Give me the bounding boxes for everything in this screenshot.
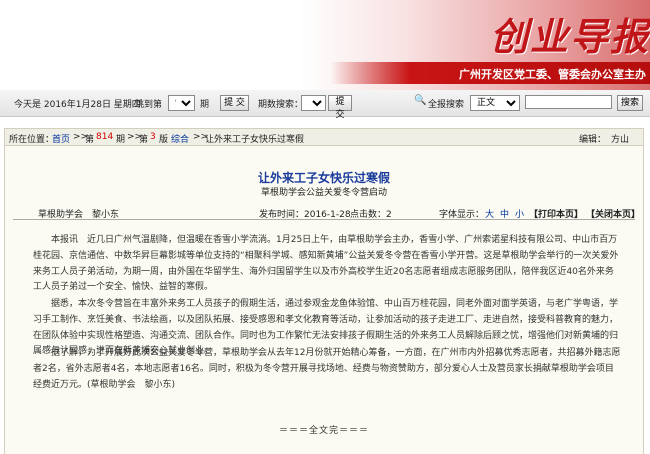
- article-content: 让外来工子女快乐过寒假 草根助学会公益关爱冬令营启动 草根助学会 黎小东 发布时…: [4, 146, 644, 454]
- editor-name: 方山: [611, 135, 630, 145]
- breadcrumb-issue-prefix: 第: [85, 135, 95, 145]
- fulltext-field-select[interactable]: 正文: [470, 95, 520, 111]
- fulltext-search-button[interactable]: 搜索: [617, 95, 643, 111]
- breadcrumb-page-suffix: 版: [159, 135, 169, 145]
- editor-label: 编辑：: [579, 135, 607, 145]
- breadcrumb-section-link[interactable]: 综合: [171, 132, 189, 145]
- navigation-toolbar: 今天是 2016年1月28日 星期四 跳到第 99 期 提 交 期数搜索： 提交…: [0, 90, 650, 120]
- current-date: 今天是 2016年1月28日 星期四: [14, 100, 141, 110]
- search-submit-button[interactable]: 提交: [328, 95, 352, 120]
- newspaper-logo: 创业导报: [490, 14, 650, 59]
- breadcrumb-prefix: 所在位置：: [9, 135, 55, 145]
- jump-label: 跳到第: [135, 100, 163, 110]
- article-end-marker: ＝＝＝全文完＝＝＝: [278, 426, 369, 436]
- fulltext-search-input[interactable]: [525, 95, 612, 109]
- issue-unit-label: 期: [200, 100, 210, 110]
- banner-subtitle: 广州开发区党工委、管委会办公室主办: [459, 68, 646, 81]
- jump-submit-button[interactable]: 提 交: [220, 95, 249, 111]
- breadcrumb-article: 让外来工子女快乐过寒假: [205, 135, 305, 145]
- paragraph-3: 据了解，为了开展好此次公益关爱冬令营，草根助学会从去年12月份就开始精心筹备，一…: [33, 348, 621, 390]
- masthead-banner: 创业导报 广州开发区党工委、管委会办公室主办: [0, 0, 650, 90]
- search-type-label: 期数搜索：: [258, 100, 304, 110]
- search-type-select[interactable]: [301, 95, 326, 111]
- breadcrumb-home-link[interactable]: 首页: [52, 132, 70, 145]
- divider: [13, 219, 635, 220]
- search-icon: 🔍: [414, 95, 427, 106]
- article-title: 让外来工子女快乐过寒假: [257, 171, 390, 185]
- fulltext-search-label: 全报搜索: [428, 100, 465, 110]
- issue-select[interactable]: 99: [168, 95, 195, 111]
- breadcrumb: 所在位置： 首页 >> 第 814 期 >> 第 3 版 综合 >> 让外来工子…: [4, 128, 644, 146]
- breadcrumb-issue-suffix: 期: [116, 135, 126, 145]
- breadcrumb-page-prefix: 第: [139, 135, 149, 145]
- breadcrumb-page-number[interactable]: 3: [150, 132, 156, 142]
- article-subtitle: 草根助学会公益关爱冬令营启动: [260, 188, 387, 198]
- paragraph-1: 本报讯 近几日广州气温剧降，但温暖在香雪小学流淌。1月25日上午，由草根助学会主…: [33, 235, 619, 293]
- breadcrumb-issue-number[interactable]: 814: [96, 132, 113, 142]
